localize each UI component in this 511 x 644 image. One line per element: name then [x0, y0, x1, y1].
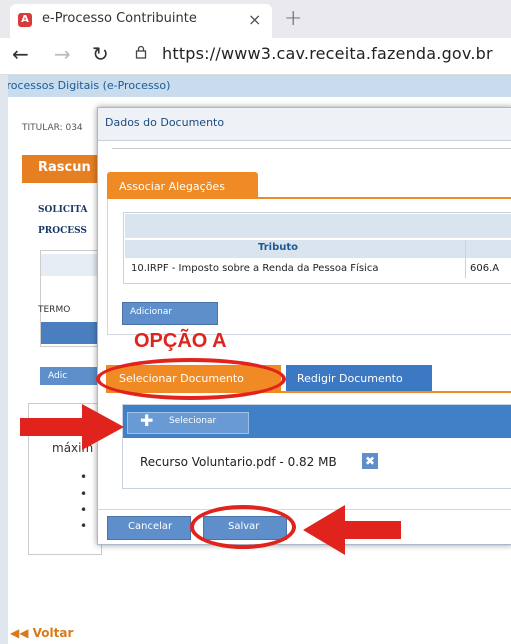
tab-close-icon[interactable]: × [248, 10, 261, 29]
column-header-tributo: Tributo [258, 242, 299, 253]
tab-redigir-documento-label: Redigir Documento [297, 372, 403, 385]
table-cell-tributo: 10.IRPF - Imposto sobre a Renda da Pesso… [131, 263, 379, 274]
background-adicionar-button[interactable]: Adic [40, 367, 100, 385]
new-tab-icon[interactable]: + [284, 6, 302, 31]
back-arrow-icon[interactable]: ← [12, 42, 29, 66]
bullet-item: • [80, 487, 88, 501]
tab-title: e-Processo Contribuinte [42, 11, 197, 26]
divider [112, 148, 511, 149]
page-title: Processos Digitais (e-Processo) [0, 79, 171, 92]
bullet-item: • [80, 519, 88, 533]
column-divider [465, 240, 466, 278]
forward-arrow-icon[interactable]: → [54, 42, 71, 66]
arrow-left-annotation-icon [303, 505, 401, 555]
page-left-edge [0, 75, 8, 644]
reload-icon[interactable]: ↻ [92, 42, 109, 66]
bullet-item: • [80, 470, 88, 484]
tab-associar-alegacoes-label: Associar Alegações [119, 180, 225, 193]
highlight-ellipse-salvar [190, 505, 296, 549]
favicon-icon: A [18, 13, 32, 27]
selecionar-button-label: Selecionar [169, 416, 217, 426]
solicitacao-label: SOLICITA [38, 205, 88, 215]
plus-icon: ✚ [140, 411, 154, 430]
titular-label: TITULAR: 034 [22, 123, 83, 133]
tab-underline [107, 197, 511, 199]
address-bar[interactable]: https://www3.cav.receita.fazenda.gov.br [162, 44, 493, 63]
lock-icon[interactable] [135, 45, 147, 59]
adicionar-button-label: Adicionar [130, 307, 173, 317]
background-table-header [41, 254, 99, 276]
bullet-item: • [80, 503, 88, 517]
voltar-link[interactable]: ◀◀ Voltar [10, 626, 73, 640]
tributo-table-header-top [125, 214, 511, 238]
cancelar-button-label: Cancelar [128, 521, 173, 532]
dialog-title: Dados do Documento [105, 116, 225, 129]
selected-file-name: Recurso Voluntario.pdf - 0.82 MB [140, 455, 337, 469]
table-cell-valor: 606.A [470, 263, 500, 274]
remove-file-icon[interactable]: ✖ [362, 453, 378, 469]
tributo-table-header [125, 240, 511, 258]
termo-label: TERMO [38, 305, 71, 315]
highlight-ellipse-selecionar [96, 358, 286, 400]
browser-tab[interactable]: A e-Processo Contribuinte × [10, 4, 272, 38]
arrow-right-annotation-icon [20, 404, 124, 450]
background-table-row [41, 322, 99, 344]
rascunho-label: Rascun [38, 160, 91, 175]
processo-label: PROCESS [38, 226, 87, 236]
opcao-a-annotation: OPÇÃO A [134, 330, 227, 352]
